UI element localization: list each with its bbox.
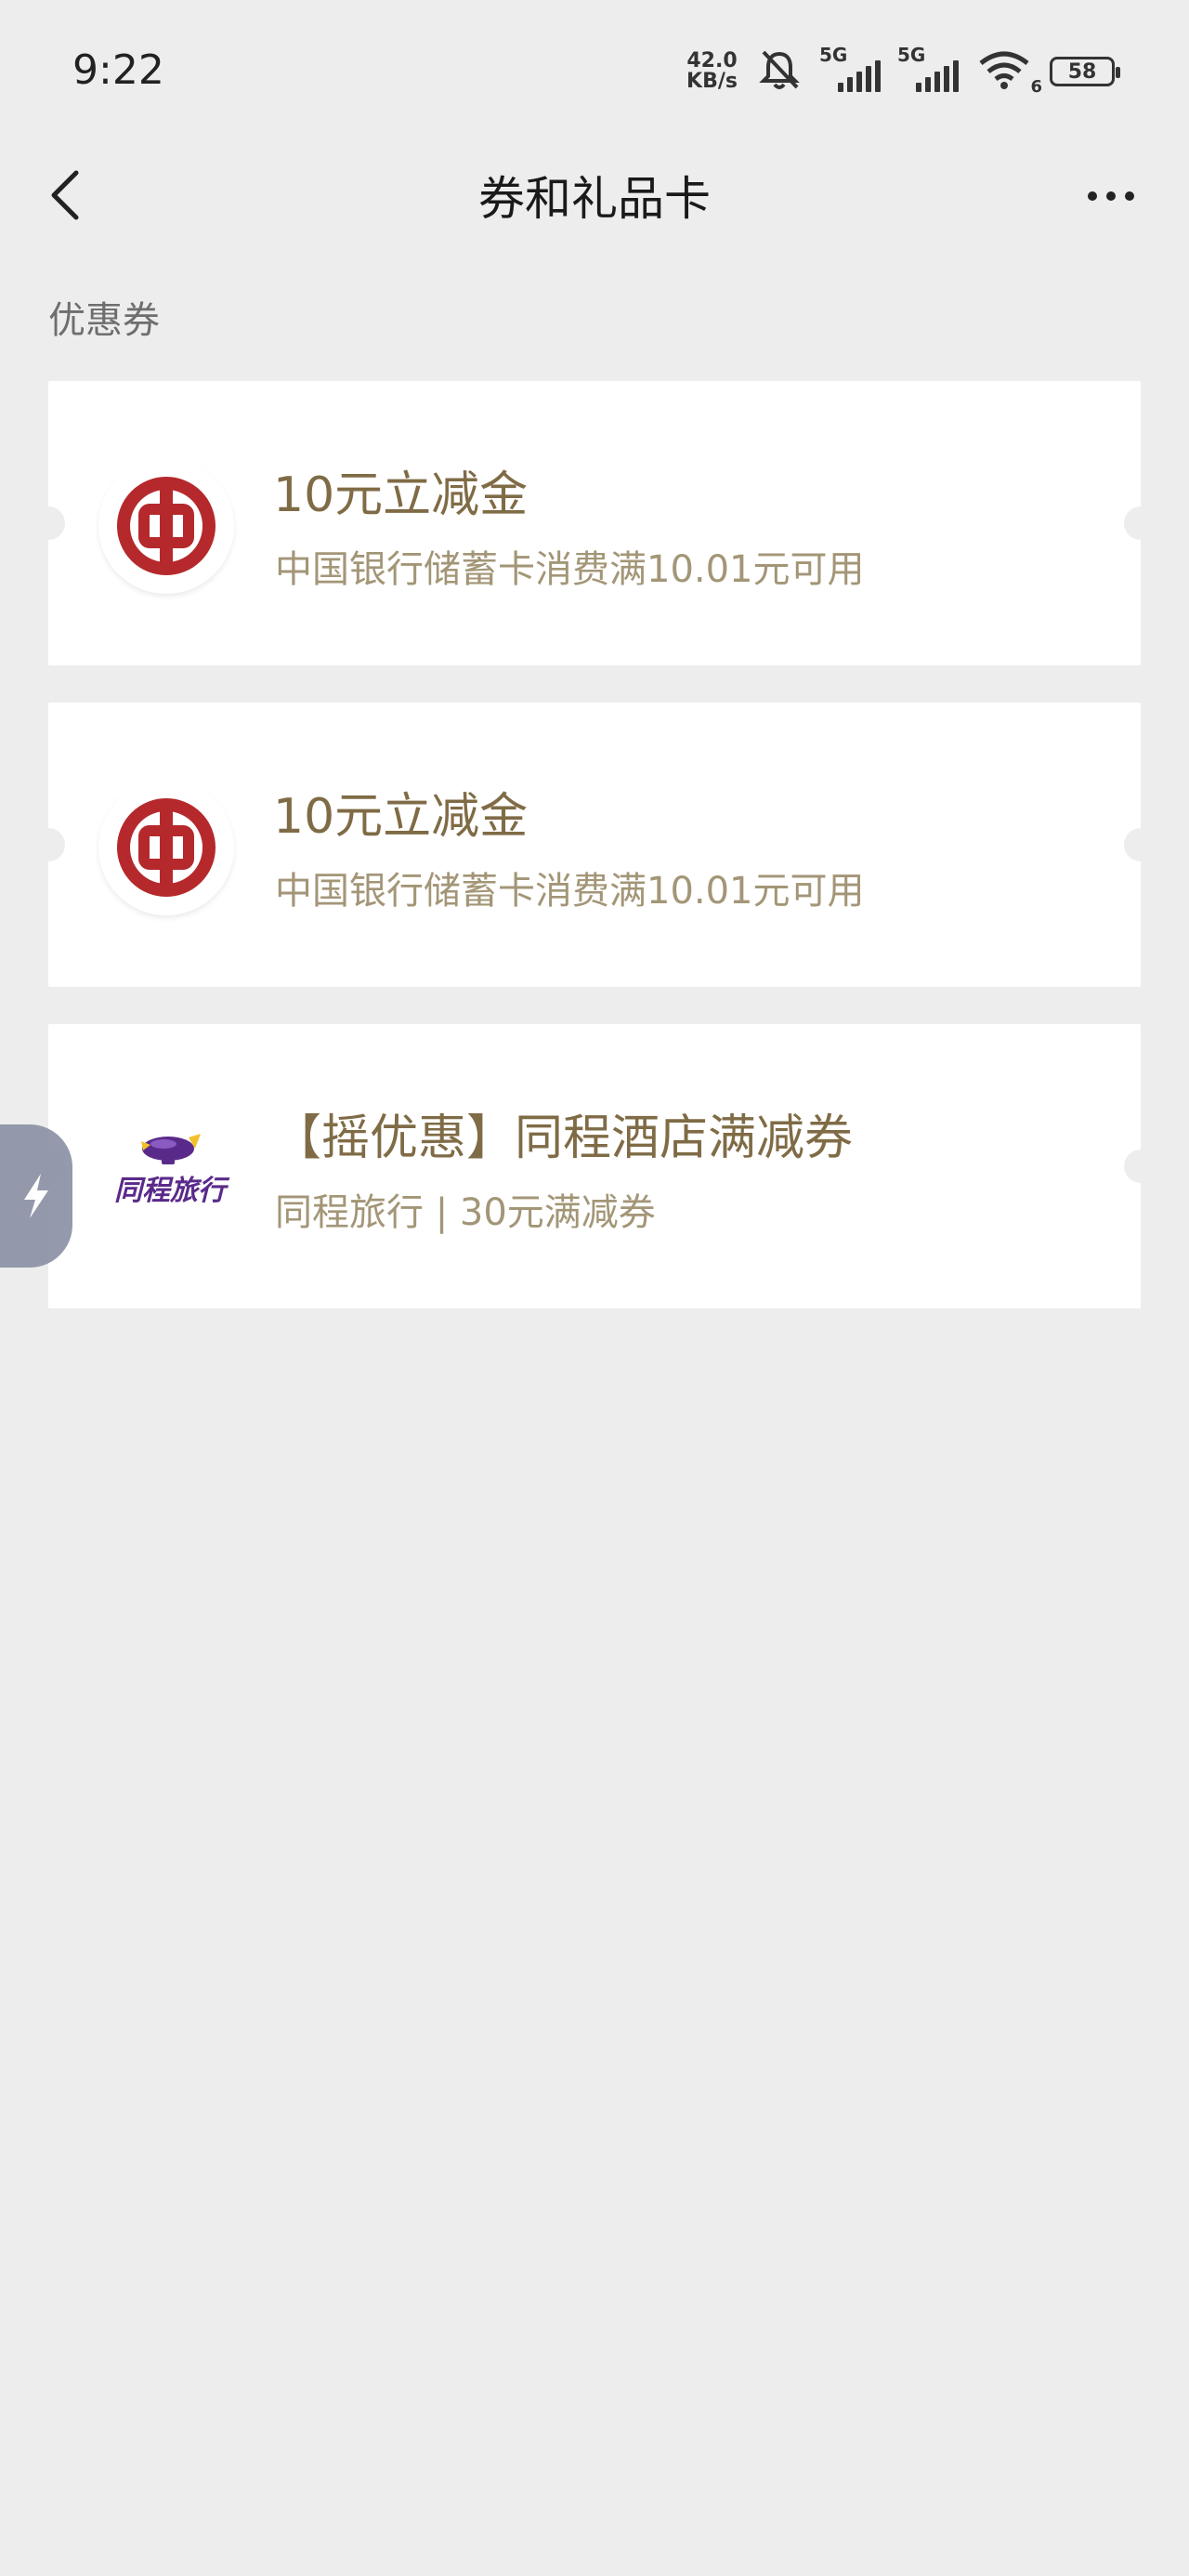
nav-bar: 券和礼品卡 [0, 149, 1189, 242]
coupon-subtitle: 同程旅行 | 30元满减券 [275, 1191, 656, 1234]
status-bar: 9:22 42.0 KB/s 5G 5G 6 58 [0, 0, 1189, 149]
coupon-subtitle: 中国银行储蓄卡消费满10.01元可用 [275, 870, 865, 913]
signal-5g-icon: 5G [819, 44, 881, 92]
signal-1-tag: 5G [819, 44, 848, 66]
bank-of-china-logo-icon [98, 458, 234, 594]
bank-of-china-logo-icon [98, 780, 234, 915]
wifi-tag: 6 [1030, 77, 1042, 97]
signal-2-tag: 5G [897, 44, 926, 66]
coupon-card[interactable]: 10元立减金 中国银行储蓄卡消费满10.01元可用 [32, 703, 1157, 987]
coupon-subtitle: 中国银行储蓄卡消费满10.01元可用 [275, 548, 865, 591]
coupon-title: 10元立减金 [273, 789, 529, 845]
network-speed-unit: KB/s [686, 70, 738, 93]
tongcheng-logo-text: 同程旅行 [114, 1175, 226, 1207]
more-dot-icon [1125, 191, 1134, 201]
signal-5g-icon: 5G [897, 44, 959, 92]
section-label-coupons: 优惠券 [48, 299, 160, 342]
tongcheng-travel-logo-icon: 同程旅行 [100, 1101, 240, 1237]
coupon-title: 10元立减金 [273, 467, 529, 523]
mute-bell-icon [756, 48, 803, 95]
blimp-icon [141, 1134, 201, 1164]
coupon-card[interactable]: 同程旅行 【摇优惠】同程酒店满减券 同程旅行 | 30元满减券 [32, 1024, 1157, 1308]
coupon-card[interactable]: 10元立减金 中国银行储蓄卡消费满10.01元可用 [32, 381, 1157, 665]
more-dot-icon [1106, 191, 1116, 201]
more-options-button[interactable] [1074, 173, 1148, 219]
page-title: 券和礼品卡 [478, 172, 711, 226]
floating-quick-button[interactable] [0, 1124, 72, 1268]
coupon-title: 【摇优惠】同程酒店满减券 [273, 1111, 854, 1166]
status-time: 9:22 [72, 46, 164, 94]
status-icons: 42.0 KB/s 5G 5G 6 58 [686, 44, 1120, 97]
battery-level: 58 [1067, 59, 1097, 84]
wifi-icon: 6 [977, 50, 1042, 97]
network-speed: 42.0 KB/s [686, 51, 738, 92]
network-speed-value: 42.0 [686, 49, 738, 72]
lightning-icon [24, 1174, 48, 1218]
battery-icon: 58 [1050, 57, 1120, 86]
more-dot-icon [1088, 191, 1097, 201]
